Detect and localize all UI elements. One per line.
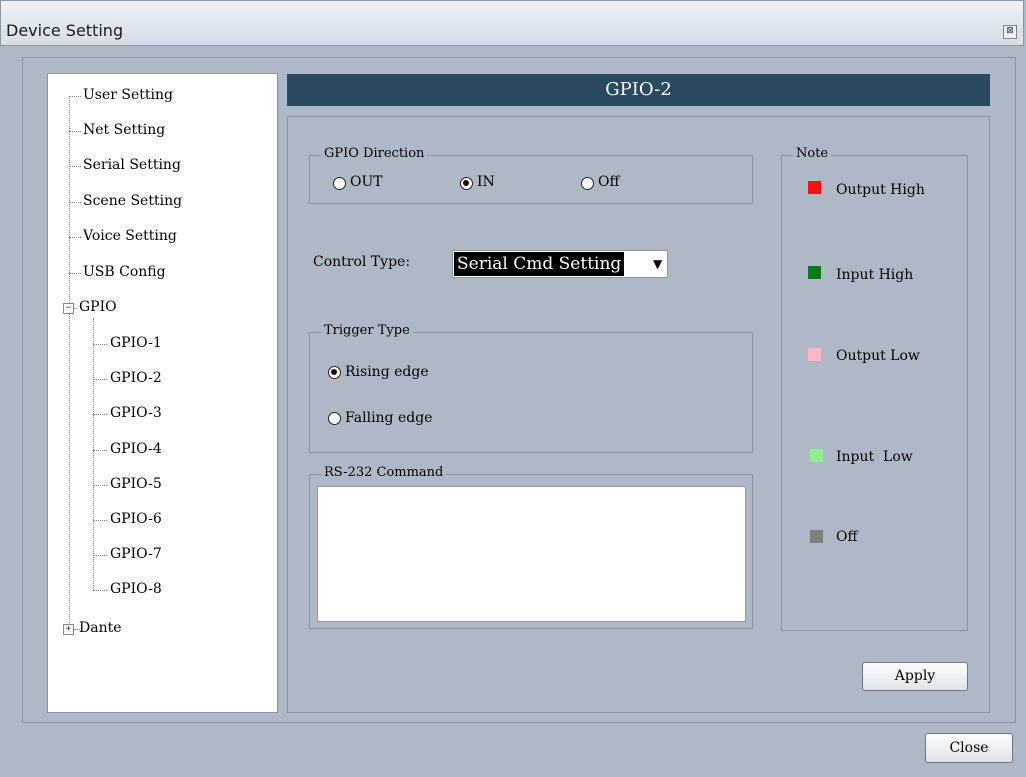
tree-item-gpio-3[interactable]: GPIO-3 — [110, 405, 162, 421]
tree-item-gpio[interactable]: GPIO — [79, 299, 117, 315]
trigger-rising-radio[interactable] — [328, 366, 341, 379]
tree-line — [93, 520, 107, 521]
window-title: Device Setting — [6, 21, 124, 40]
apply-button[interactable]: Apply — [862, 662, 968, 691]
control-type-label: Control Type: — [313, 254, 411, 270]
control-type-select[interactable]: Serial Cmd Setting ▼ — [452, 250, 668, 278]
output-high-label: Output High — [836, 182, 925, 198]
input-high-swatch — [808, 266, 821, 279]
window-close-icon[interactable]: ⊠ — [1003, 25, 1017, 39]
rs232-command-input[interactable] — [317, 486, 746, 622]
note-legend: Note — [793, 146, 832, 161]
tree-item-scene-setting[interactable]: Scene Setting — [83, 193, 182, 209]
tree-line — [69, 131, 81, 132]
tree-line — [69, 202, 81, 203]
chevron-down-icon[interactable]: ▼ — [653, 252, 662, 276]
tree-item-voice-setting[interactable]: Voice Setting — [83, 228, 177, 244]
direction-in-label[interactable]: IN — [477, 174, 495, 190]
control-type-value: Serial Cmd Setting — [454, 252, 625, 276]
tree-line — [69, 96, 81, 97]
tree-item-serial-setting[interactable]: Serial Setting — [83, 157, 181, 173]
direction-out-label[interactable]: OUT — [350, 174, 383, 190]
direction-in-radio[interactable] — [460, 177, 473, 190]
tree-item-dante[interactable]: Dante — [79, 620, 122, 636]
window-title-bar — [0, 0, 1024, 46]
tree-line — [69, 166, 81, 167]
input-low-label: Input Low — [836, 449, 913, 465]
expand-icon[interactable]: + — [63, 624, 74, 635]
tree-line — [93, 344, 107, 345]
tree-line — [93, 379, 107, 380]
input-high-label: Input High — [836, 267, 914, 283]
tree-line — [69, 237, 81, 238]
tree-item-gpio-2[interactable]: GPIO-2 — [110, 370, 162, 386]
trigger-falling-radio[interactable] — [328, 412, 341, 425]
tree-line — [93, 590, 107, 591]
tree-line — [69, 273, 81, 274]
off-label: Off — [836, 529, 858, 545]
rs232-command-legend: RS-232 Command — [321, 465, 447, 480]
gpio-direction-legend: GPIO Direction — [321, 146, 428, 161]
tree-item-user-setting[interactable]: User Setting — [83, 87, 173, 103]
close-button[interactable]: Close — [925, 733, 1013, 763]
page-title: GPIO-2 — [287, 74, 990, 106]
direction-out-radio[interactable] — [333, 177, 346, 190]
settings-tree[interactable]: User Setting Net Setting Serial Setting … — [47, 73, 278, 713]
tree-item-gpio-1[interactable]: GPIO-1 — [110, 335, 162, 351]
tree-line — [93, 318, 94, 590]
tree-line — [69, 318, 70, 629]
tree-item-usb-config[interactable]: USB Config — [83, 264, 166, 280]
collapse-icon[interactable]: − — [63, 303, 74, 314]
output-low-label: Output Low — [836, 348, 920, 364]
tree-item-gpio-7[interactable]: GPIO-7 — [110, 546, 162, 562]
output-high-swatch — [808, 181, 821, 194]
tree-item-net-setting[interactable]: Net Setting — [83, 122, 165, 138]
tree-line — [69, 96, 70, 319]
off-swatch — [810, 530, 823, 543]
tree-item-gpio-6[interactable]: GPIO-6 — [110, 511, 162, 527]
tree-item-gpio-5[interactable]: GPIO-5 — [110, 476, 162, 492]
tree-line — [93, 485, 107, 486]
trigger-rising-label[interactable]: Rising edge — [345, 364, 429, 380]
trigger-type-legend: Trigger Type — [321, 323, 413, 338]
trigger-falling-label[interactable]: Falling edge — [345, 410, 432, 426]
input-low-swatch — [810, 449, 823, 462]
trigger-type-group: Trigger Type — [309, 323, 753, 453]
tree-line — [93, 450, 107, 451]
tree-line — [93, 414, 107, 415]
direction-off-radio[interactable] — [581, 177, 594, 190]
tree-item-gpio-4[interactable]: GPIO-4 — [110, 441, 162, 457]
tree-item-gpio-8[interactable]: GPIO-8 — [110, 581, 162, 597]
output-low-swatch — [808, 348, 821, 361]
tree-line — [93, 555, 107, 556]
note-group: Note — [781, 146, 968, 631]
direction-off-label[interactable]: Off — [598, 174, 619, 190]
